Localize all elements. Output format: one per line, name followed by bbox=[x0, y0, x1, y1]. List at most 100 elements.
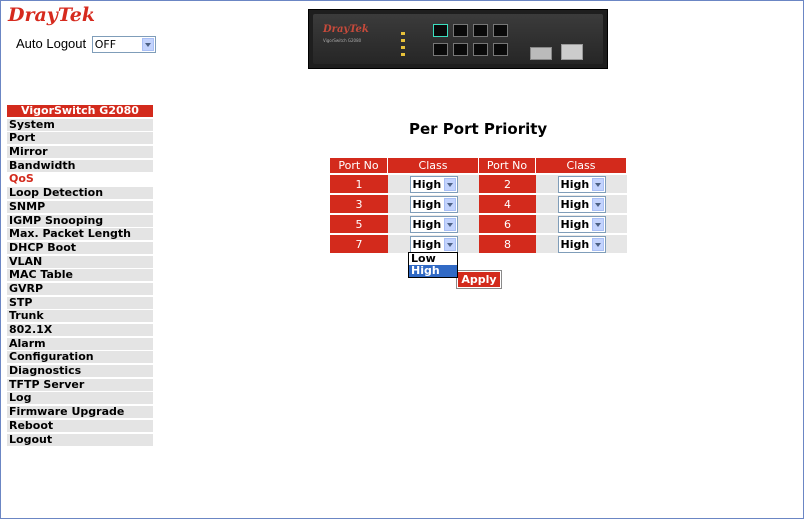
ethernet-port-icon bbox=[493, 43, 508, 56]
port-number: 5 bbox=[330, 215, 388, 233]
chevron-down-icon[interactable] bbox=[591, 237, 604, 251]
class-select[interactable]: High bbox=[557, 175, 606, 193]
apply-button[interactable]: Apply bbox=[456, 270, 502, 289]
column-header: Class bbox=[388, 158, 479, 173]
chevron-down-icon[interactable] bbox=[443, 197, 456, 211]
class-cell: High bbox=[536, 235, 627, 253]
draytek-logo: DrayTek bbox=[8, 4, 96, 26]
port-number: 2 bbox=[479, 175, 536, 193]
sidebar-item-configuration[interactable]: Configuration bbox=[7, 351, 153, 364]
chevron-down-icon[interactable] bbox=[443, 217, 456, 231]
auto-logout: Auto Logout OFF bbox=[16, 36, 156, 54]
ethernet-port-icon bbox=[493, 24, 508, 37]
sidebar-item-tftp-server[interactable]: TFTP Server bbox=[7, 378, 153, 391]
class-select[interactable]: High bbox=[409, 215, 458, 233]
device-front-panel-image: DrayTek VigorSwitch G2080 bbox=[308, 9, 608, 69]
sidebar-item-max-packet-length[interactable]: Max. Packet Length bbox=[7, 228, 153, 241]
port-number: 8 bbox=[479, 235, 536, 253]
class-value: High bbox=[412, 197, 442, 211]
class-cell: High bbox=[536, 215, 627, 233]
sidebar-item-port[interactable]: Port bbox=[7, 132, 153, 145]
ethernet-port-icon bbox=[453, 43, 468, 56]
sidebar-item-qos[interactable]: QoS bbox=[7, 173, 153, 186]
ethernet-port-icon bbox=[433, 43, 448, 56]
port-number: 6 bbox=[479, 215, 536, 233]
port-number: 3 bbox=[330, 195, 388, 213]
chevron-down-icon[interactable] bbox=[141, 38, 154, 52]
sidebar-item-mirror[interactable]: Mirror bbox=[7, 146, 153, 159]
page-title: Per Port Priority bbox=[409, 120, 548, 138]
port-priority-table: Port No Class Port No Class 1 High 2 Hig… bbox=[330, 156, 627, 255]
class-select[interactable]: High bbox=[557, 195, 606, 213]
class-select[interactable]: High bbox=[409, 195, 458, 213]
sidebar-item-firmware-upgrade[interactable]: Firmware Upgrade bbox=[7, 406, 153, 419]
column-header: Port No bbox=[479, 158, 536, 173]
class-select[interactable]: High bbox=[557, 235, 606, 253]
led-icon bbox=[401, 32, 405, 35]
device-leds bbox=[401, 28, 415, 58]
sidebar-item-igmp-snooping[interactable]: IGMP Snooping bbox=[7, 214, 153, 227]
sidebar-item-bandwidth[interactable]: Bandwidth bbox=[7, 159, 153, 172]
sidebar-item-trunk[interactable]: Trunk bbox=[7, 310, 153, 323]
sidebar-item-gvrp[interactable]: GVRP bbox=[7, 282, 153, 295]
table-row: 5 High 6 High bbox=[330, 215, 627, 233]
chevron-down-icon[interactable] bbox=[443, 177, 456, 191]
dropdown-option-high[interactable]: High bbox=[409, 265, 457, 277]
class-value: High bbox=[560, 217, 590, 231]
sidebar-item-mac-table[interactable]: MAC Table bbox=[7, 269, 153, 282]
auto-logout-select[interactable]: OFF bbox=[91, 36, 156, 54]
led-icon bbox=[401, 53, 405, 56]
column-header: Port No bbox=[330, 158, 388, 173]
class-cell: High bbox=[536, 175, 627, 193]
table-header-row: Port No Class Port No Class bbox=[330, 158, 627, 173]
chevron-down-icon[interactable] bbox=[591, 197, 604, 211]
sidebar-item-stp[interactable]: STP bbox=[7, 296, 153, 309]
table-row: 1 High 2 High bbox=[330, 175, 627, 193]
sidebar-item-log[interactable]: Log bbox=[7, 392, 153, 405]
class-value: High bbox=[412, 237, 442, 251]
class-cell: High bbox=[388, 235, 479, 253]
sidebar-item-snmp[interactable]: SNMP bbox=[7, 200, 153, 213]
sidebar-title[interactable]: VigorSwitch G2080 bbox=[7, 105, 153, 117]
sidebar-item-alarm[interactable]: Alarm bbox=[7, 337, 153, 350]
sidebar-item-reboot[interactable]: Reboot bbox=[7, 419, 153, 432]
sidebar-item-system[interactable]: System bbox=[7, 118, 153, 131]
class-value: High bbox=[412, 217, 442, 231]
fiber-port-icon bbox=[530, 47, 552, 60]
table-row: 7 High 8 High bbox=[330, 235, 627, 253]
auto-logout-value: OFF bbox=[94, 38, 117, 52]
sidebar-item-diagnostics[interactable]: Diagnostics bbox=[7, 365, 153, 378]
sidebar-item-vlan[interactable]: VLAN bbox=[7, 255, 153, 268]
ethernet-port-icon bbox=[473, 43, 488, 56]
class-select-open[interactable]: High bbox=[409, 235, 458, 253]
led-icon bbox=[401, 39, 405, 42]
class-cell: High bbox=[536, 195, 627, 213]
table-row: 3 High 4 High bbox=[330, 195, 627, 213]
sidebar-item-logout[interactable]: Logout bbox=[7, 433, 153, 446]
sidebar-menu: VigorSwitch G2080 System Port Mirror Ban… bbox=[7, 105, 153, 446]
chevron-down-icon[interactable] bbox=[591, 177, 604, 191]
class-value: High bbox=[560, 237, 590, 251]
class-cell: High bbox=[388, 215, 479, 233]
class-select[interactable]: High bbox=[409, 175, 458, 193]
chevron-down-icon[interactable] bbox=[443, 237, 456, 251]
chevron-down-icon[interactable] bbox=[591, 217, 604, 231]
ethernet-port-icon bbox=[453, 24, 468, 37]
port-number: 1 bbox=[330, 175, 388, 193]
ethernet-port-icon bbox=[433, 24, 448, 37]
sfp-port-icon bbox=[561, 44, 583, 60]
class-cell: High bbox=[388, 175, 479, 193]
sidebar-item-8021x[interactable]: 802.1X bbox=[7, 324, 153, 336]
class-value: High bbox=[412, 177, 442, 191]
device-face: DrayTek VigorSwitch G2080 bbox=[313, 14, 603, 64]
sidebar-item-loop-detection[interactable]: Loop Detection bbox=[7, 187, 153, 200]
class-value: High bbox=[560, 177, 590, 191]
port-number: 4 bbox=[479, 195, 536, 213]
class-select[interactable]: High bbox=[557, 215, 606, 233]
class-cell: High bbox=[388, 195, 479, 213]
port-number: 7 bbox=[330, 235, 388, 253]
sidebar-item-dhcp-boot[interactable]: DHCP Boot bbox=[7, 241, 153, 254]
column-header: Class bbox=[536, 158, 627, 173]
device-brand: DrayTek bbox=[323, 24, 369, 35]
class-dropdown-list: Low High bbox=[408, 252, 458, 278]
